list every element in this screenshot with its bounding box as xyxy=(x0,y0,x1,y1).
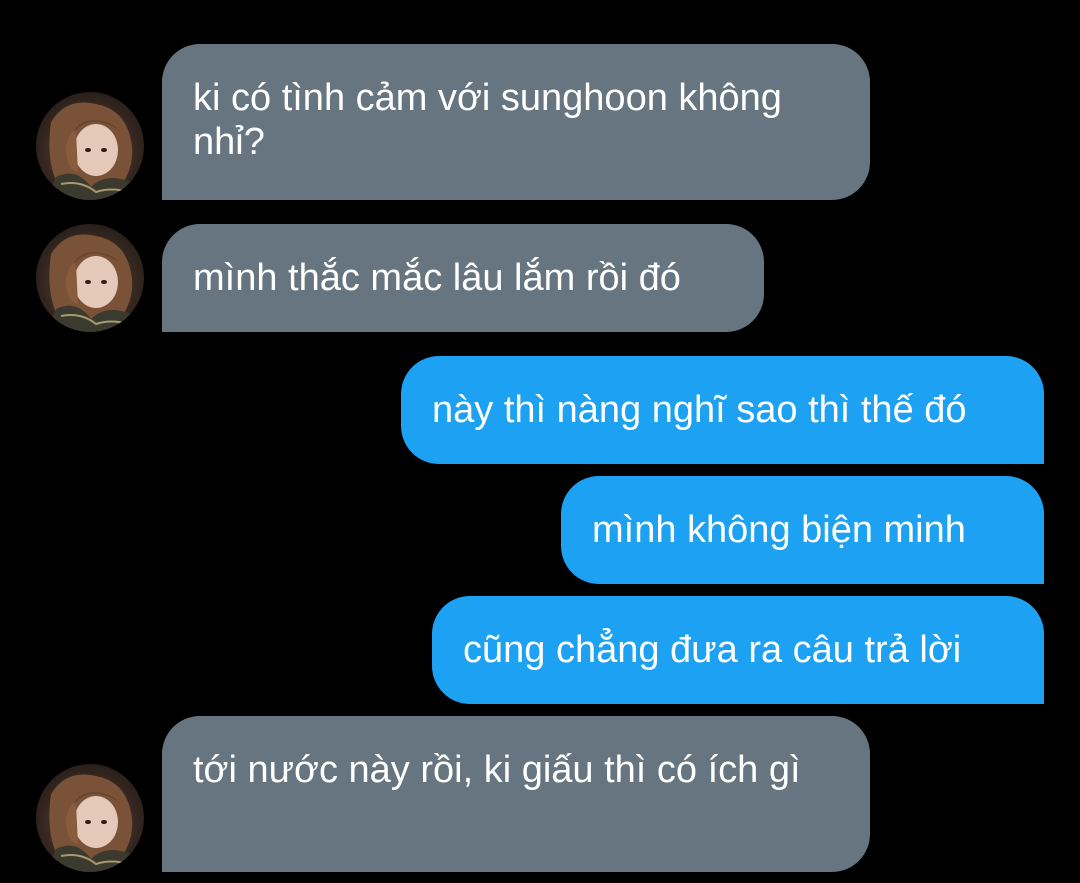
message-thread: ki có tình cảm với sunghoon không nhỉ? m… xyxy=(0,0,1080,883)
avatar-photo-icon xyxy=(36,92,144,200)
avatar[interactable] xyxy=(36,764,144,872)
sent-message-bubble[interactable]: cũng chẳng đưa ra câu trả lời xyxy=(432,596,1044,704)
received-message-bubble[interactable]: mình thắc mắc lâu lắm rồi đó xyxy=(162,224,764,332)
avatar[interactable] xyxy=(36,92,144,200)
sent-message-bubble[interactable]: này thì nàng nghĩ sao thì thế đó xyxy=(401,356,1044,464)
message-text: mình không biện minh xyxy=(592,509,966,551)
received-message-bubble[interactable]: tới nước này rồi, ki giấu thì có ích gì xyxy=(162,716,870,872)
avatar-photo-icon xyxy=(36,764,144,872)
message-text: mình thắc mắc lâu lắm rồi đó xyxy=(193,257,681,299)
sent-message-bubble[interactable]: mình không biện minh xyxy=(561,476,1044,584)
received-message-bubble[interactable]: ki có tình cảm với sunghoon không nhỉ? xyxy=(162,44,870,200)
message-text: ki có tình cảm với sunghoon không nhỉ? xyxy=(193,77,782,163)
message-text: cũng chẳng đưa ra câu trả lời xyxy=(463,629,962,671)
message-text: tới nước này rồi, ki giấu thì có ích gì xyxy=(193,749,801,791)
avatar-photo-icon xyxy=(36,224,144,332)
message-text: này thì nàng nghĩ sao thì thế đó xyxy=(432,389,967,431)
avatar[interactable] xyxy=(36,224,144,332)
